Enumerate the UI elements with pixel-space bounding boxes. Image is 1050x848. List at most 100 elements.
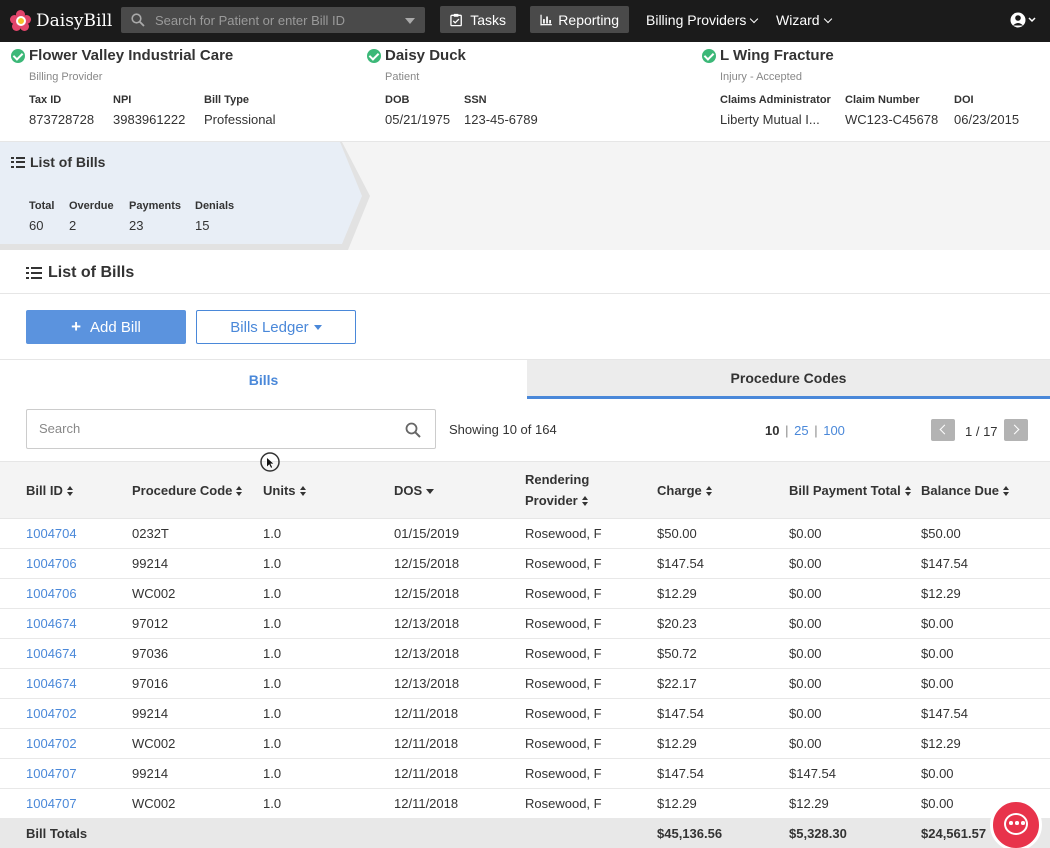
- cell-balance-due: $147.54: [921, 556, 968, 571]
- bill-totals-label: Bill Totals: [26, 826, 88, 841]
- table-row[interactable]: 1004707 99214 1.0 12/11/2018 Rosewood, F $147…: [0, 759, 1050, 789]
- cell-bill-payment-total: $0.00: [789, 646, 822, 661]
- list-icon: [26, 267, 42, 279]
- header-units[interactable]: Units: [263, 480, 307, 501]
- table-row[interactable]: 1004674 97012 1.0 12/13/2018 Rosewood, F $20.…: [0, 609, 1050, 639]
- bills-ledger-button[interactable]: Bills Ledger: [196, 310, 356, 344]
- header-bill-id-label: Bill ID: [26, 483, 63, 498]
- per-page-10[interactable]: 10: [765, 423, 779, 438]
- cell-rendering-provider: Rosewood, F: [525, 586, 602, 601]
- cell-dos: 12/13/2018: [394, 646, 460, 661]
- cell-dos: 12/15/2018: [394, 556, 460, 571]
- bill-type-label: Bill Type: [204, 94, 250, 106]
- bill-id-link[interactable]: 1004674: [26, 646, 77, 661]
- plus-icon: +: [71, 317, 82, 336]
- cell-dos: 12/13/2018: [394, 616, 460, 631]
- add-bill-button[interactable]: + Add Bill: [26, 310, 186, 344]
- table-row[interactable]: 1004702 WC002 1.0 12/11/2018 Rosewood, F $12.…: [0, 729, 1050, 759]
- cell-bill-payment-total: $12.29: [789, 796, 829, 811]
- stat-denials-label: Denials: [195, 200, 235, 212]
- bill-id-link[interactable]: 1004702: [26, 706, 77, 721]
- next-page-button[interactable]: [1004, 419, 1028, 441]
- stat-total-value: 60: [29, 218, 44, 233]
- header-charge[interactable]: Charge: [657, 480, 713, 501]
- header-procedure-code[interactable]: Procedure Code: [132, 480, 243, 501]
- doi-value: 06/23/2015: [954, 112, 1020, 127]
- cell-rendering-provider: Rosewood, F: [525, 766, 602, 781]
- per-page-100[interactable]: 100: [823, 423, 845, 438]
- header-dos[interactable]: DOS: [394, 480, 435, 501]
- cell-bill-payment-total: $0.00: [789, 556, 822, 571]
- tile-title-text: List of Bills: [30, 154, 106, 170]
- cell-units: 1.0: [263, 646, 282, 661]
- user-account-icon[interactable]: [1010, 11, 1038, 29]
- bill-id-link[interactable]: 1004706: [26, 586, 77, 601]
- cell-rendering-provider: Rosewood, F: [525, 526, 602, 541]
- per-page-25[interactable]: 25: [794, 423, 808, 438]
- billing-providers-menu[interactable]: Billing Providers: [646, 12, 759, 28]
- bill-id-link[interactable]: 1004674: [26, 676, 77, 691]
- previous-page-button[interactable]: [931, 419, 955, 441]
- cell-charge: $50.72: [657, 646, 697, 661]
- tab-procedure-codes[interactable]: Procedure Codes: [527, 360, 1050, 399]
- reporting-button[interactable]: Reporting: [530, 6, 629, 33]
- header-rendering-label: Rendering: [525, 472, 590, 487]
- cell-balance-due: $12.29: [921, 736, 961, 751]
- cell-units: 1.0: [263, 706, 282, 721]
- patient-title[interactable]: Daisy Duck: [367, 47, 466, 64]
- bill-id-link[interactable]: 1004702: [26, 736, 77, 751]
- cell-rendering-provider: Rosewood, F: [525, 616, 602, 631]
- table-row[interactable]: 1004674 97016 1.0 12/13/2018 Rosewood, F $22.…: [0, 669, 1050, 699]
- tab-bills[interactable]: Bills: [0, 360, 527, 399]
- bill-id-link[interactable]: 1004707: [26, 766, 77, 781]
- bill-id-link[interactable]: 1004706: [26, 556, 77, 571]
- cell-charge: $147.54: [657, 766, 704, 781]
- ssn-value: 123-45-6789: [464, 112, 538, 127]
- cell-dos: 12/11/2018: [394, 706, 459, 721]
- stat-total-label: Total: [29, 200, 55, 212]
- chat-button[interactable]: [990, 799, 1042, 848]
- cell-rendering-provider: Rosewood, F: [525, 646, 602, 661]
- bill-id-link[interactable]: 1004704: [26, 526, 77, 541]
- wizard-menu[interactable]: Wizard: [776, 12, 832, 28]
- cell-charge: $12.29: [657, 736, 697, 751]
- tasks-button[interactable]: Tasks: [440, 6, 516, 33]
- cell-units: 1.0: [263, 556, 282, 571]
- table-row[interactable]: 1004706 99214 1.0 12/15/2018 Rosewood, F $147…: [0, 549, 1050, 579]
- header-bill-id[interactable]: Bill ID: [26, 480, 74, 501]
- table-row[interactable]: 1004706 WC002 1.0 12/15/2018 Rosewood, F $12.…: [0, 579, 1050, 609]
- bill-id-link[interactable]: 1004674: [26, 616, 77, 631]
- check-circle-icon: [11, 48, 25, 63]
- cell-procedure-code: 0232T: [132, 526, 169, 541]
- table-search-field[interactable]: [26, 409, 436, 449]
- cell-units: 1.0: [263, 766, 282, 781]
- cell-balance-due: $0.00: [921, 796, 954, 811]
- cell-bill-payment-total: $0.00: [789, 526, 822, 541]
- search-icon[interactable]: [405, 422, 421, 438]
- header-bill-payment-total[interactable]: Bill Payment Total: [789, 480, 912, 501]
- logo-text: DaisyBill: [36, 11, 113, 31]
- cell-units: 1.0: [263, 796, 282, 811]
- logo[interactable]: DaisyBill: [10, 9, 112, 33]
- search-icon: [131, 13, 145, 27]
- global-search-input[interactable]: Search for Patient or enter Bill ID: [121, 7, 425, 33]
- per-page-separator: |: [814, 423, 818, 438]
- patient-role: Patient: [385, 71, 420, 83]
- caret-down-icon[interactable]: [405, 18, 415, 24]
- table-row[interactable]: 1004702 99214 1.0 12/11/2018 Rosewood, F $147…: [0, 699, 1050, 729]
- bill-id-link[interactable]: 1004707: [26, 796, 77, 811]
- header-balance-due[interactable]: Balance Due: [921, 480, 1010, 501]
- total-charge: $45,136.56: [657, 826, 723, 841]
- provider-title[interactable]: Flower Valley Industrial Care: [11, 47, 233, 64]
- table-search-input[interactable]: [39, 421, 399, 436]
- doi-label: DOI: [954, 94, 974, 106]
- cell-units: 1.0: [263, 526, 282, 541]
- provider-name: Flower Valley Industrial Care: [29, 47, 234, 64]
- table-row[interactable]: 1004707 WC002 1.0 12/11/2018 Rosewood, F $12.…: [0, 789, 1050, 819]
- injury-title[interactable]: L Wing Fracture: [702, 47, 834, 64]
- header-rendering-provider[interactable]: Rendering Provider: [525, 469, 589, 511]
- list-of-bills-tile[interactable]: List of Bills Total 60 Overdue 2 Payment…: [0, 142, 372, 250]
- table-row[interactable]: 1004704 0232T 1.0 01/15/2019 Rosewood, F $50.…: [0, 519, 1050, 549]
- wizard-label: Wizard: [776, 12, 820, 28]
- table-row[interactable]: 1004674 97036 1.0 12/13/2018 Rosewood, F $50.…: [0, 639, 1050, 669]
